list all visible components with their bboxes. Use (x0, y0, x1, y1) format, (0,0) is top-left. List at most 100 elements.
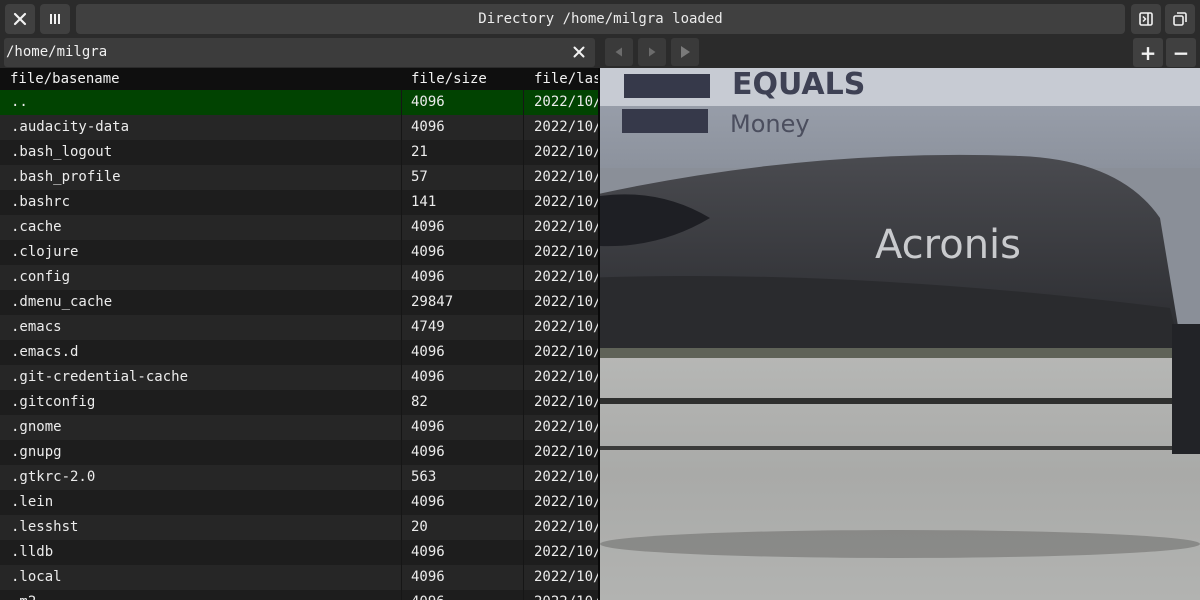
column-separator (523, 365, 524, 390)
table-row[interactable]: .git-credential-cache 4096 2022/10/ (0, 365, 600, 390)
column-separator (401, 565, 402, 590)
table-row[interactable]: .gnupg 4096 2022/10/ (0, 440, 600, 465)
cell-basename: .git-credential-cache (11, 369, 189, 385)
table-row[interactable]: .bash_profile 57 2022/10/ (0, 165, 600, 190)
close-button[interactable] (5, 4, 35, 34)
sponsor-logo-bar-bottom (622, 109, 708, 133)
column-separator (523, 565, 524, 590)
sponsor-logo-top-text: EQUALS (732, 68, 865, 102)
cell-size: 141 (411, 194, 437, 210)
cell-basename: .gitconfig (11, 394, 96, 410)
table-row[interactable]: .emacs.d 4096 2022/10/ (0, 340, 600, 365)
cell-last-modified: 2022/10/ (534, 194, 600, 210)
cell-last-modified: 2022/10/ (534, 294, 600, 310)
maximize-icon (1173, 12, 1187, 26)
table-body: .. 4096 2022/10/ .audacity-data 4096 2022/10/… (0, 90, 600, 600)
cell-basename: .gnome (11, 419, 62, 435)
cell-size: 57 (411, 169, 428, 185)
cell-basename: .clojure (11, 244, 79, 260)
table-row[interactable]: .lldb 4096 2022/10/ (0, 540, 600, 565)
table-row[interactable]: .audacity-data 4096 2022/10/ (0, 115, 600, 140)
table-row[interactable]: .lein 4096 2022/10/ (0, 490, 600, 515)
column-separator (523, 590, 524, 600)
title-bar: Directory /home/milgra loaded (0, 0, 1200, 38)
columns-button[interactable] (40, 4, 70, 34)
path-input[interactable]: /home/milgra (4, 38, 595, 67)
cell-basename: .config (11, 269, 71, 285)
column-separator (523, 240, 524, 265)
cell-last-modified: 2022/10/ (534, 569, 600, 585)
column-separator (401, 465, 402, 490)
cell-size: 82 (411, 394, 428, 410)
table-row[interactable]: .. 4096 2022/10/ (0, 90, 600, 115)
column-separator (401, 490, 402, 515)
cell-size: 4096 (411, 369, 445, 385)
file-table: file/basename file/size file/las .. 4096 2… (0, 68, 600, 600)
play-button[interactable] (671, 38, 699, 66)
table-row[interactable]: .bash_logout 21 2022/10/ (0, 140, 600, 165)
cell-last-modified: 2022/10/ (534, 269, 600, 285)
cell-last-modified: 2022/10/ (534, 419, 600, 435)
column-separator (401, 365, 402, 390)
table-row[interactable]: .local 4096 2022/10/ (0, 565, 600, 590)
table-row[interactable]: .gtkrc-2.0 563 2022/10/ (0, 465, 600, 490)
table-row[interactable]: .config 4096 2022/10/ (0, 265, 600, 290)
maximize-button[interactable] (1165, 4, 1195, 34)
table-row[interactable]: .cache 4096 2022/10/ (0, 215, 600, 240)
column-header-size[interactable]: file/size (411, 71, 521, 87)
cell-basename: .lesshst (11, 519, 79, 535)
zoom-out-button[interactable]: − (1166, 38, 1196, 67)
column-separator (401, 90, 402, 115)
column-separator (401, 415, 402, 440)
table-row[interactable]: .gnome 4096 2022/10/ (0, 415, 600, 440)
column-separator (523, 140, 524, 165)
column-separator (401, 315, 402, 340)
previous-button[interactable] (605, 38, 633, 66)
columns-icon (50, 14, 60, 24)
cell-last-modified: 2022/10/ (534, 119, 600, 135)
column-separator (523, 490, 524, 515)
column-separator (401, 240, 402, 265)
column-separator (401, 590, 402, 600)
table-row[interactable]: .dmenu_cache 29847 2022/10/ (0, 290, 600, 315)
cell-size: 4096 (411, 444, 445, 460)
column-separator (401, 165, 402, 190)
preview-photo: EQUALS Money Acronis (600, 68, 1200, 600)
clear-path-button[interactable] (569, 42, 589, 62)
cell-last-modified: 2022/10/ (534, 219, 600, 235)
cell-basename: .local (11, 569, 62, 585)
column-separator (523, 465, 524, 490)
cell-last-modified: 2022/10/ (534, 594, 600, 600)
cell-size: 29847 (411, 294, 454, 310)
side-panel-button[interactable] (1131, 4, 1161, 34)
table-row[interactable]: .bashrc 141 2022/10/ (0, 190, 600, 215)
previous-icon (615, 47, 622, 57)
cell-basename: .lldb (11, 544, 54, 560)
table-row[interactable]: .gitconfig 82 2022/10/ (0, 390, 600, 415)
column-separator (401, 215, 402, 240)
column-header-basename[interactable]: file/basename (10, 71, 400, 87)
cell-last-modified: 2022/10/ (534, 519, 600, 535)
cell-size: 4096 (411, 494, 445, 510)
column-separator (401, 290, 402, 315)
zoom-in-button[interactable]: + (1133, 38, 1163, 67)
cell-basename: .gtkrc-2.0 (11, 469, 96, 485)
cell-last-modified: 2022/10/ (534, 469, 600, 485)
cell-last-modified: 2022/10/ (534, 319, 600, 335)
window-title: Directory /home/milgra loaded (76, 4, 1125, 34)
column-header-last-modified[interactable]: file/las (534, 71, 600, 87)
table-row[interactable]: .clojure 4096 2022/10/ (0, 240, 600, 265)
cell-size: 4096 (411, 244, 445, 260)
cell-basename: .bashrc (11, 194, 71, 210)
table-row[interactable]: .m2 4096 2022/10/ (0, 590, 600, 600)
cell-last-modified: 2022/10/ (534, 169, 600, 185)
cell-basename: .emacs.d (11, 344, 79, 360)
table-row[interactable]: .emacs 4749 2022/10/ (0, 315, 600, 340)
column-separator (523, 90, 524, 115)
cell-basename: .gnupg (11, 444, 62, 460)
next-button[interactable] (638, 38, 666, 66)
cell-size: 4749 (411, 319, 445, 335)
column-separator (401, 515, 402, 540)
cell-size: 4096 (411, 119, 445, 135)
table-row[interactable]: .lesshst 20 2022/10/ (0, 515, 600, 540)
